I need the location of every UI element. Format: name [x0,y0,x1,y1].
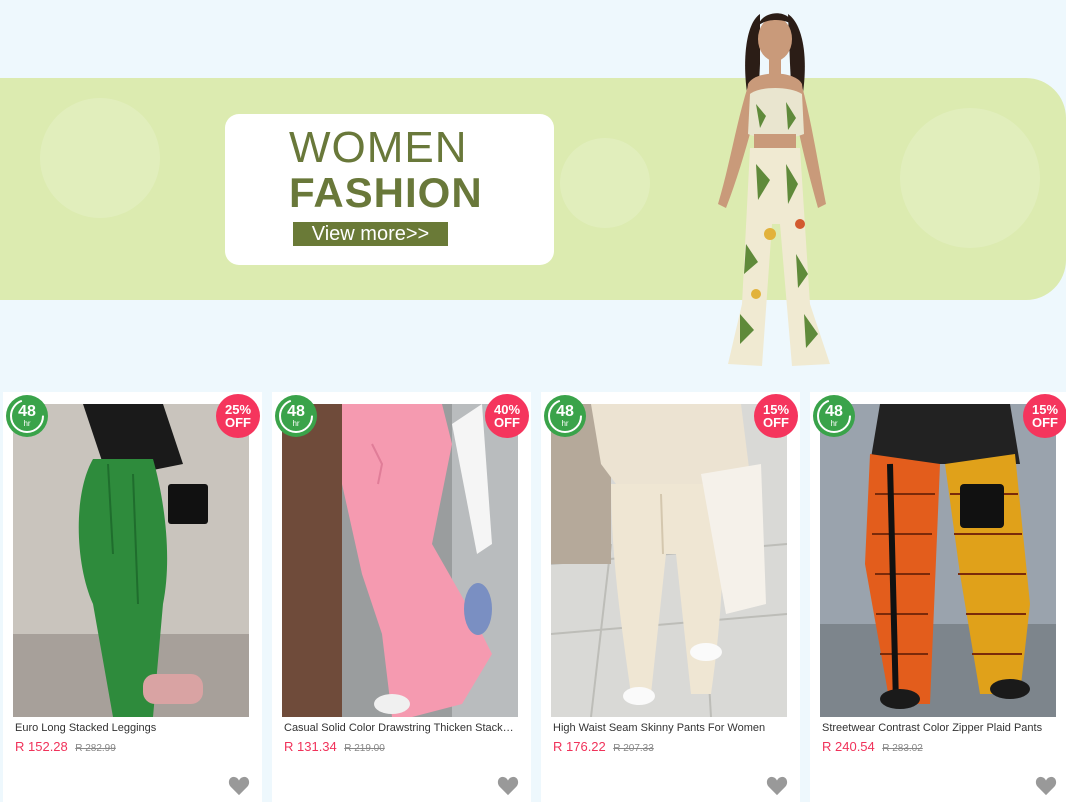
sale-price: R 152.28 [15,739,68,754]
product-image[interactable] [13,404,249,717]
banner-decor [900,108,1040,248]
48hr-badge-unit: hr [23,419,31,428]
discount-badge: 15% OFF [1023,394,1066,438]
price-row: R 176.22 R 207.33 [553,738,654,756]
original-price: R 219.00 [344,743,385,754]
48hr-badge-unit: hr [561,419,569,428]
product-card[interactable]: 48 hr 15% OFF Streetwear Contrast Color … [810,392,1066,802]
discount-label: OFF [225,415,251,430]
discount-badge: 40% OFF [485,394,529,438]
48hr-badge-number: 48 [18,403,36,420]
banner-heading-line2: FASHION [289,169,483,216]
product-card[interactable]: 48 hr 40% OFF Casual Solid Color Drawstr… [272,392,531,802]
sale-price: R 176.22 [553,739,606,754]
original-price: R 282.99 [75,743,116,754]
price-row: R 240.54 R 283.02 [822,738,923,756]
price-row: R 131.34 R 219.00 [284,738,385,756]
banner-decor [40,98,160,218]
sale-price: R 240.54 [822,739,875,754]
product-title[interactable]: Casual Solid Color Drawstring Thicken St… [284,722,518,734]
promo-banner[interactable]: WOMEN FASHION View more>> [0,0,1066,392]
price-row: R 152.28 R 282.99 [15,738,116,756]
banner-model-image [718,13,830,366]
heart-icon[interactable] [228,776,250,796]
48hr-badge-number: 48 [556,403,574,420]
48hr-badge-number: 48 [287,403,305,420]
original-price: R 207.33 [613,743,654,754]
48hr-badge-unit: hr [830,419,838,428]
discount-badge: 15% OFF [754,394,798,438]
product-card[interactable]: 48 hr 15% OFF High Waist Seam Skinny Pan… [541,392,800,802]
discount-label: OFF [494,415,520,430]
discount-label: OFF [763,415,789,430]
product-title[interactable]: Streetwear Contrast Color Zipper Plaid P… [822,722,1056,734]
product-card[interactable]: 48 hr 25% OFF Euro Long Stacked Leggings… [3,392,262,802]
product-grid: 48 hr 25% OFF Euro Long Stacked Leggings… [0,392,1066,802]
product-title[interactable]: Euro Long Stacked Leggings [15,722,249,734]
heart-icon[interactable] [766,776,788,796]
banner-heading-line1: WOMEN [289,123,468,172]
discount-label: OFF [1032,415,1058,430]
heart-icon[interactable] [497,776,519,796]
product-image[interactable] [282,404,518,717]
product-image[interactable] [820,404,1056,717]
view-more-button[interactable]: View more>> [293,222,448,246]
48hr-badge-number: 48 [825,403,843,420]
product-image[interactable] [551,404,787,717]
heart-icon[interactable] [1035,776,1057,796]
sale-price: R 131.34 [284,739,337,754]
48hr-badge-unit: hr [292,419,300,428]
discount-badge: 25% OFF [216,394,260,438]
banner-decor [560,138,650,228]
banner-card: WOMEN FASHION View more>> [225,114,554,265]
product-title[interactable]: High Waist Seam Skinny Pants For Women [553,722,787,734]
original-price: R 283.02 [882,743,923,754]
